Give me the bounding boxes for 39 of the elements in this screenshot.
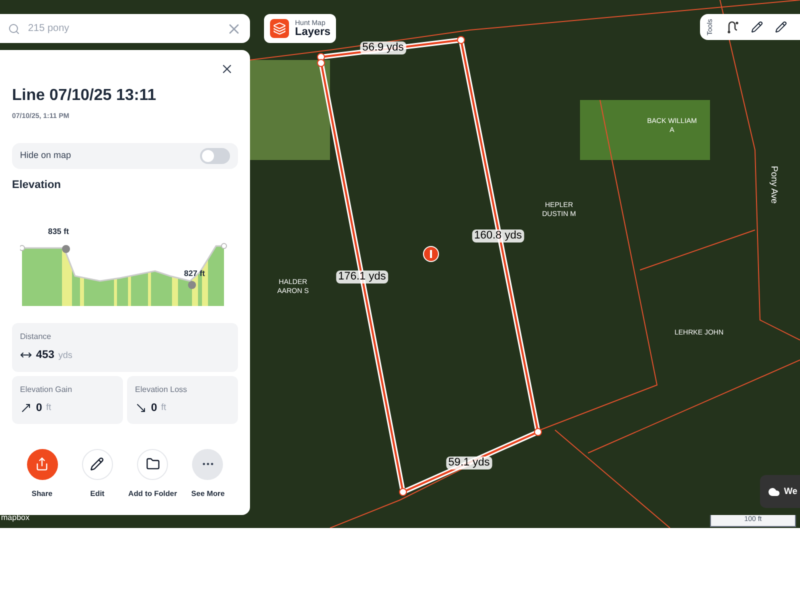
weather-button[interactable]: We <box>760 475 800 508</box>
arrow-icon <box>135 402 147 414</box>
pencil-icon[interactable] <box>775 21 787 33</box>
arrow-icon <box>20 402 32 414</box>
search-icon <box>8 22 20 34</box>
elevation-heading: Elevation <box>12 178 62 192</box>
share-icon <box>35 457 49 472</box>
stat-value: 0 <box>151 400 158 416</box>
satellite-map[interactable] <box>0 0 800 528</box>
measurement-label: 160.8 yds <box>472 230 524 242</box>
pencil-icon[interactable] <box>751 21 763 33</box>
stat-value: 453 <box>36 348 54 363</box>
measurement-label: 176.1 yds <box>336 270 388 284</box>
toggle-switch[interactable] <box>200 148 230 164</box>
stat-value: 0 <box>36 400 42 416</box>
info-pin-icon[interactable] <box>423 246 439 262</box>
line-title: Line 07/10/25 13:11 <box>12 86 158 106</box>
road-label: Pony Ave <box>768 166 781 204</box>
measurement-label: 59.1 yds <box>446 456 492 470</box>
search-input[interactable]: 215 pony <box>28 21 218 36</box>
stat-label: Elevation Loss <box>135 384 188 396</box>
stat-label: Elevation Gain <box>20 384 74 396</box>
attribution-logo: mapbox <box>1 512 30 524</box>
close-icon[interactable] <box>220 62 234 76</box>
stat-unit: ft <box>46 401 52 414</box>
stat-unit: ft <box>161 401 166 414</box>
search-field[interactable]: 215 pony <box>0 14 250 43</box>
stat-unit: yds <box>58 348 72 362</box>
max-elevation-label: 835 ft <box>48 226 69 238</box>
min-elevation-label: 827 ft <box>184 268 205 280</box>
route-icon[interactable] <box>727 20 739 34</box>
hide-on-map-label: Hide on map <box>20 148 72 162</box>
cloud-icon <box>768 486 780 498</box>
stat-label: Distance <box>20 331 52 343</box>
weather-label: We <box>784 484 798 498</box>
layers-icon <box>270 19 289 38</box>
folder-icon <box>146 457 160 472</box>
measurement-label: 56.9 yds <box>360 42 406 54</box>
edit-icon <box>90 457 104 472</box>
